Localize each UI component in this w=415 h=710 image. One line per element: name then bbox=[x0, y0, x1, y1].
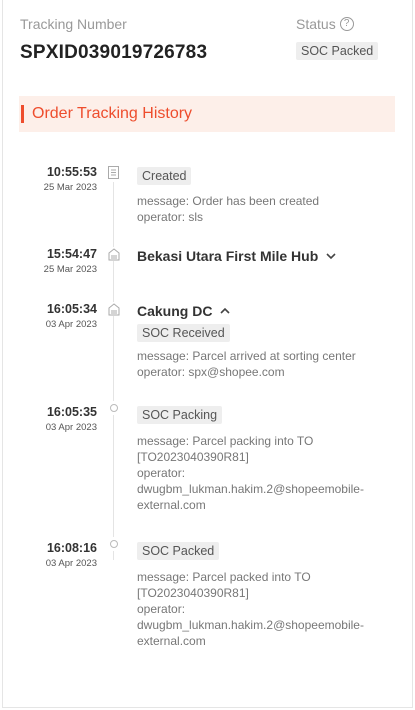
event-time: 16:08:16 bbox=[46, 541, 97, 555]
tracking-number-label: Tracking Number bbox=[20, 16, 127, 32]
chevron-up-icon[interactable] bbox=[218, 304, 232, 318]
event-time: 16:05:35 bbox=[46, 405, 97, 419]
event-location[interactable]: Bekasi Utara First Mile Hub bbox=[137, 248, 397, 264]
event-status-badge: SOC Received bbox=[137, 324, 230, 342]
event-operator-line: external.com bbox=[137, 634, 206, 648]
event-time: 16:05:34 bbox=[46, 302, 97, 316]
event-date: 03 Apr 2023 bbox=[45, 319, 97, 330]
event-operator-line: dwugbm_lukman.hakim.2@shopeemobile- bbox=[137, 482, 364, 496]
event-body: Bekasi Utara First Mile Hub bbox=[137, 248, 397, 264]
event-location-name: Cakung DC bbox=[137, 303, 213, 319]
event-message-line: [TO2023040390R81] bbox=[137, 586, 249, 600]
event-status-badge: SOC Packing bbox=[137, 406, 223, 424]
event-operator: operator: spx@shopee.com bbox=[137, 365, 285, 379]
warehouse-icon bbox=[107, 302, 120, 316]
event-operator: operator: sls bbox=[137, 210, 204, 224]
status-label: Status bbox=[296, 16, 336, 32]
event-operator-line: dwugbm_lukman.hakim.2@shopeemobile- bbox=[137, 618, 364, 632]
section-accent-bar bbox=[21, 105, 24, 123]
event-date: 03 Apr 2023 bbox=[45, 422, 97, 433]
event-message: message: Order has been created bbox=[137, 194, 320, 208]
event-message: message: Parcel arrived at sorting cente… bbox=[137, 349, 356, 363]
timeline-dot bbox=[107, 537, 120, 551]
event-time: 10:55:53 bbox=[46, 165, 97, 179]
warehouse-icon bbox=[107, 247, 120, 261]
event-date: 25 Mar 2023 bbox=[43, 264, 97, 275]
event-message-line: [TO2023040390R81] bbox=[137, 450, 249, 464]
status-badge: SOC Packed bbox=[296, 42, 379, 60]
timeline-line bbox=[113, 182, 114, 560]
event-body: SOC Packed message: Parcel packed into T… bbox=[137, 542, 397, 649]
event-status-badge: Created bbox=[137, 167, 192, 185]
section-title: Order Tracking History bbox=[32, 105, 193, 122]
event-status-badge: SOC Packed bbox=[137, 542, 220, 560]
tracking-panel: Tracking Number SPXID039019726783 Status… bbox=[2, 0, 413, 708]
event-message-line: message: Parcel packed into TO bbox=[137, 570, 311, 584]
event-location-name: Bekasi Utara First Mile Hub bbox=[137, 248, 319, 264]
tracking-number: SPXID039019726783 bbox=[20, 42, 208, 63]
circle-icon bbox=[109, 540, 118, 548]
event-message-line: message: Parcel packing into TO bbox=[137, 434, 314, 448]
timeline-dot bbox=[107, 401, 120, 415]
event-body: SOC Packing message: Parcel packing into… bbox=[137, 406, 397, 513]
chevron-down-icon[interactable] bbox=[324, 249, 338, 263]
event-date: 03 Apr 2023 bbox=[45, 558, 97, 569]
order-tracking-history-header: Order Tracking History bbox=[19, 96, 395, 132]
event-operator-line: operator: bbox=[137, 466, 186, 480]
event-body: Cakung DC SOC Received message: Parcel a… bbox=[137, 303, 397, 380]
event-body: Created message: Order has been created … bbox=[137, 167, 397, 225]
circle-icon bbox=[109, 404, 118, 412]
event-location[interactable]: Cakung DC bbox=[137, 303, 397, 319]
event-time: 15:54:47 bbox=[46, 247, 97, 261]
document-icon bbox=[107, 165, 120, 179]
status-header: Status ? bbox=[296, 16, 354, 32]
event-operator-line: operator: bbox=[137, 602, 186, 616]
help-icon[interactable]: ? bbox=[339, 17, 354, 31]
event-date: 25 Mar 2023 bbox=[43, 182, 97, 193]
event-operator-line: external.com bbox=[137, 498, 206, 512]
